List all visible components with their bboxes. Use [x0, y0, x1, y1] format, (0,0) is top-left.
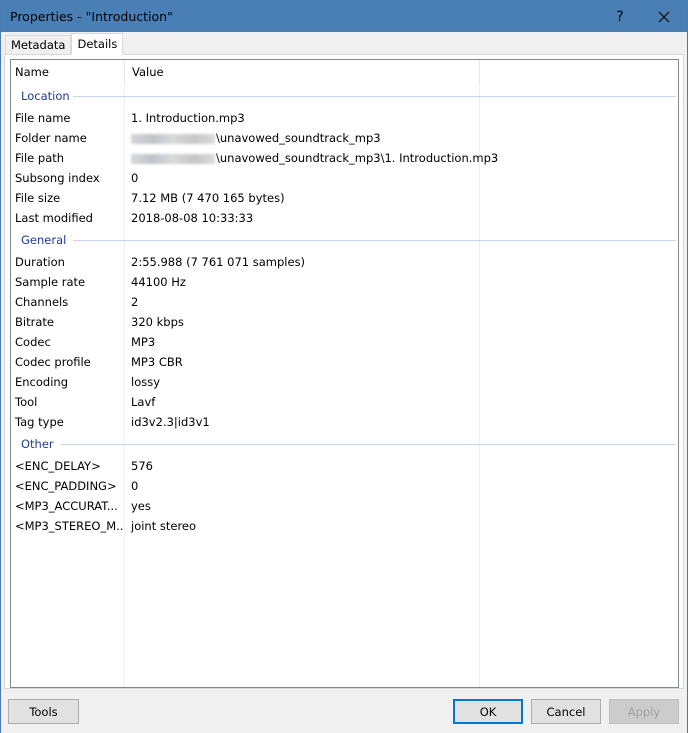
- property-name: Bitrate: [15, 315, 54, 329]
- list-item[interactable]: Duration 2:55.988 (7 761 071 samples): [11, 252, 678, 272]
- property-name: File path: [15, 151, 65, 165]
- group-label: Other: [21, 437, 54, 451]
- property-value: 7.12 MB (7 470 165 bytes): [131, 191, 285, 205]
- property-value-container: \unavowed_soundtrack_mp3: [124, 128, 381, 148]
- window-title: Properties - "Introduction": [10, 9, 173, 24]
- list-item[interactable]: Tag type id3v2.3|id3v1: [11, 412, 678, 432]
- group-divider-line: [61, 444, 676, 445]
- ok-button[interactable]: OK: [453, 699, 523, 724]
- tab-strip: Metadata Details: [5, 33, 124, 55]
- close-icon: [658, 11, 670, 22]
- property-name: Encoding: [15, 375, 68, 389]
- property-value: yes: [131, 499, 151, 513]
- property-name: Last modified: [15, 211, 93, 225]
- list-item[interactable]: Last modified 2018-08-08 10:33:33: [11, 208, 678, 228]
- list-item[interactable]: Bitrate 320 kbps: [11, 312, 678, 332]
- group-divider-line: [73, 96, 676, 97]
- group-general[interactable]: General: [11, 228, 678, 252]
- property-name: Duration: [15, 255, 65, 269]
- property-value: id3v2.3|id3v1: [131, 415, 210, 429]
- group-label: Location: [21, 89, 70, 103]
- property-rows: Location File name 1. Introduction.mp3 F…: [11, 84, 678, 536]
- property-name: Folder name: [15, 131, 87, 145]
- property-value: \unavowed_soundtrack_mp3: [216, 131, 381, 145]
- group-other[interactable]: Other: [11, 432, 678, 456]
- list-item[interactable]: Sample rate 44100 Hz: [11, 272, 678, 292]
- property-value: 1. Introduction.mp3: [131, 111, 245, 125]
- property-value: joint stereo: [131, 519, 197, 533]
- tab-metadata[interactable]: Metadata: [5, 35, 72, 55]
- property-value: MP3 CBR: [131, 355, 183, 369]
- property-value: 0: [131, 171, 139, 185]
- group-location[interactable]: Location: [11, 84, 678, 108]
- group-divider-line: [73, 240, 676, 241]
- cancel-button[interactable]: Cancel: [531, 699, 601, 724]
- list-item[interactable]: Codec profile MP3 CBR: [11, 352, 678, 372]
- list-item[interactable]: Folder name \unavowed_soundtrack_mp3: [11, 128, 678, 148]
- property-name: Channels: [15, 295, 69, 309]
- list-item[interactable]: File name 1. Introduction.mp3: [11, 108, 678, 128]
- list-item[interactable]: Subsong index 0: [11, 168, 678, 188]
- list-item[interactable]: <ENC_PADDING> 0: [11, 476, 678, 496]
- property-name: Codec profile: [15, 355, 91, 369]
- list-item[interactable]: File size 7.12 MB (7 470 165 bytes): [11, 188, 678, 208]
- properties-list[interactable]: Name Value Location File name 1. Introdu…: [10, 59, 679, 688]
- property-value: 320 kbps: [131, 315, 184, 329]
- list-item[interactable]: Channels 2: [11, 292, 678, 312]
- list-item[interactable]: <ENC_DELAY> 576: [11, 456, 678, 476]
- property-name: Tool: [15, 395, 38, 409]
- close-button[interactable]: [641, 1, 687, 32]
- property-value: \unavowed_soundtrack_mp3\1. Introduction…: [216, 151, 499, 165]
- column-header: Name Value: [11, 60, 678, 84]
- property-name: Sample rate: [15, 275, 86, 289]
- properties-dialog: Properties - "Introduction" ? Metadata D…: [0, 0, 688, 733]
- title-bar[interactable]: Properties - "Introduction" ?: [1, 1, 687, 32]
- details-panel: Name Value Location File name 1. Introdu…: [4, 54, 684, 689]
- list-item[interactable]: <MP3_STEREO_M... joint stereo: [11, 516, 678, 536]
- list-item[interactable]: Tool Lavf: [11, 392, 678, 412]
- list-item[interactable]: File path \unavowed_soundtrack_mp3\1. In…: [11, 148, 678, 168]
- list-item[interactable]: Codec MP3: [11, 332, 678, 352]
- property-name: Codec: [15, 335, 51, 349]
- property-value: 2018-08-08 10:33:33: [131, 211, 254, 225]
- property-name: <ENC_PADDING>: [15, 479, 117, 493]
- property-name: <MP3_ACCURAT...: [15, 499, 118, 513]
- redacted-path: [131, 133, 215, 144]
- property-value-container: \unavowed_soundtrack_mp3\1. Introduction…: [124, 148, 498, 168]
- property-value: 2:55.988 (7 761 071 samples): [131, 255, 306, 269]
- property-name: Tag type: [15, 415, 64, 429]
- property-value: 576: [131, 459, 153, 473]
- property-value: 0: [131, 479, 139, 493]
- property-value: 2: [131, 295, 139, 309]
- column-header-empty: [480, 60, 678, 84]
- group-label: General: [21, 233, 67, 247]
- property-value: 44100 Hz: [131, 275, 186, 289]
- help-button[interactable]: ?: [597, 1, 643, 32]
- property-name: File size: [15, 191, 61, 205]
- redacted-path: [131, 153, 215, 164]
- property-value: Lavf: [131, 395, 156, 409]
- apply-button[interactable]: Apply: [609, 699, 679, 724]
- column-header-value[interactable]: Value: [125, 60, 480, 84]
- property-value: lossy: [131, 375, 161, 389]
- property-name: <ENC_DELAY>: [15, 459, 101, 473]
- property-value: MP3: [131, 335, 156, 349]
- tab-details[interactable]: Details: [71, 33, 124, 55]
- property-name: <MP3_STEREO_M...: [15, 519, 124, 533]
- property-name: File name: [15, 111, 71, 125]
- property-name: Subsong index: [15, 171, 100, 185]
- list-item[interactable]: <MP3_ACCURAT... yes: [11, 496, 678, 516]
- list-item[interactable]: Encoding lossy: [11, 372, 678, 392]
- tools-button[interactable]: Tools: [8, 699, 79, 724]
- dialog-footer: Tools OK Cancel Apply: [1, 691, 687, 733]
- column-header-name[interactable]: Name: [11, 60, 125, 84]
